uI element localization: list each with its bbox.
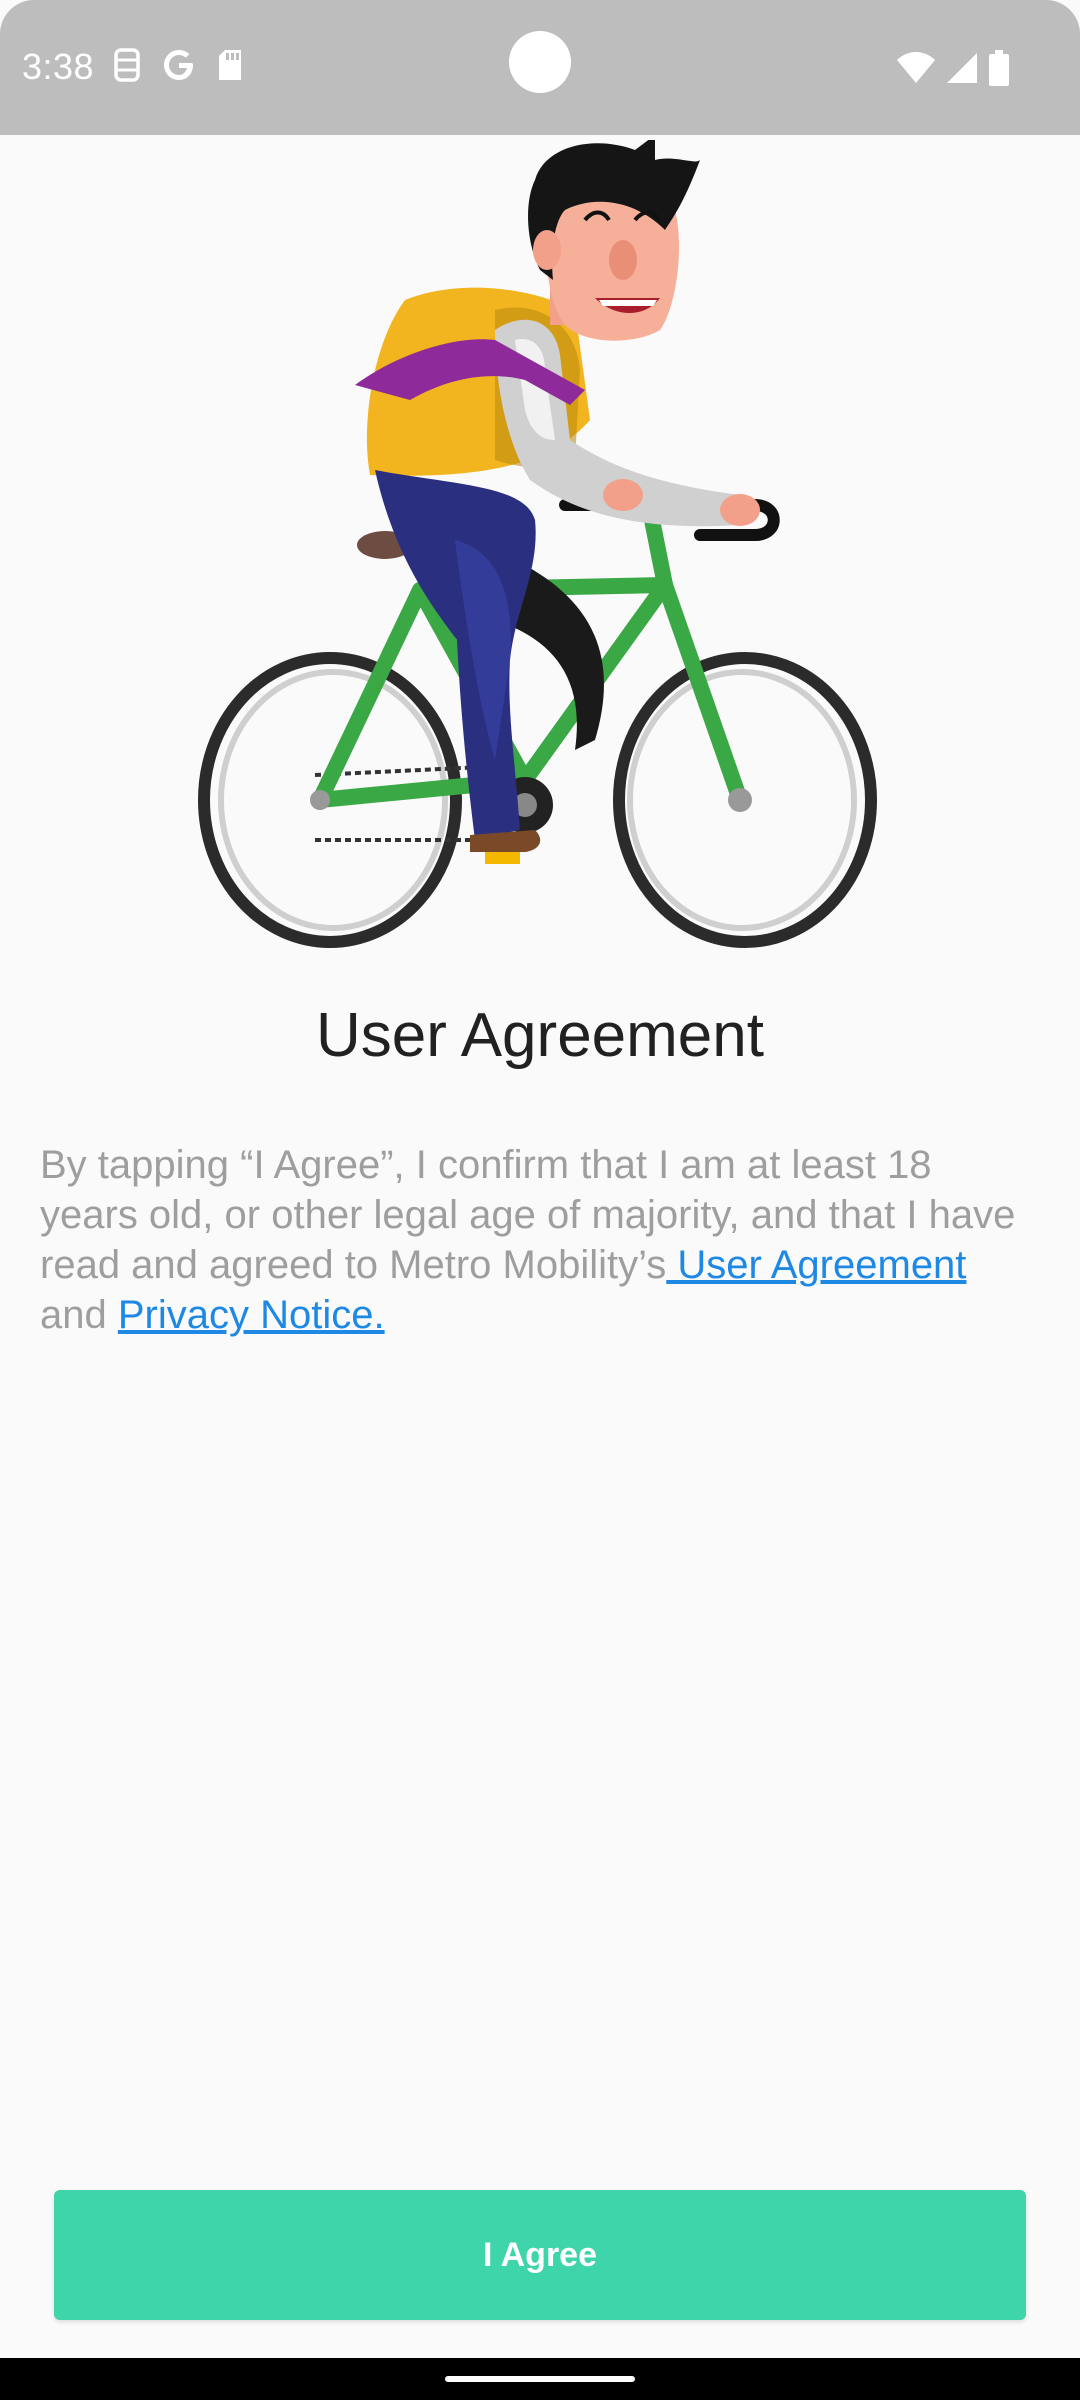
privacy-notice-link[interactable]: Privacy Notice. xyxy=(118,1293,385,1337)
status-time: 3:38 xyxy=(22,46,95,87)
agreement-text: By tapping “I Agree”, I confirm that I a… xyxy=(40,1140,1040,1340)
user-agreement-screen: 3:38 User Agreement By tapping “I Agree”… xyxy=(0,0,1080,2400)
navigation-bar xyxy=(0,2358,1080,2400)
page-title: User Agreement xyxy=(316,1001,764,1070)
sim-toolkit-icon xyxy=(112,48,142,87)
google-icon xyxy=(162,48,196,87)
wifi-icon xyxy=(896,52,936,89)
user-agreement-link[interactable]: User Agreement xyxy=(666,1243,966,1287)
status-bar: 3:38 xyxy=(0,0,1080,135)
status-icons-right xyxy=(896,50,1010,91)
home-gesture-handle[interactable] xyxy=(445,2376,635,2382)
camera-cutout xyxy=(509,31,571,93)
sd-card-icon xyxy=(216,48,244,87)
man-riding-bicycle-illustration xyxy=(195,135,885,960)
cellular-signal-icon xyxy=(946,52,978,89)
battery-icon xyxy=(988,50,1010,91)
status-icons-left xyxy=(112,48,244,87)
agreement-text-and: and xyxy=(40,1293,118,1337)
i-agree-button[interactable]: I Agree xyxy=(54,2190,1026,2320)
